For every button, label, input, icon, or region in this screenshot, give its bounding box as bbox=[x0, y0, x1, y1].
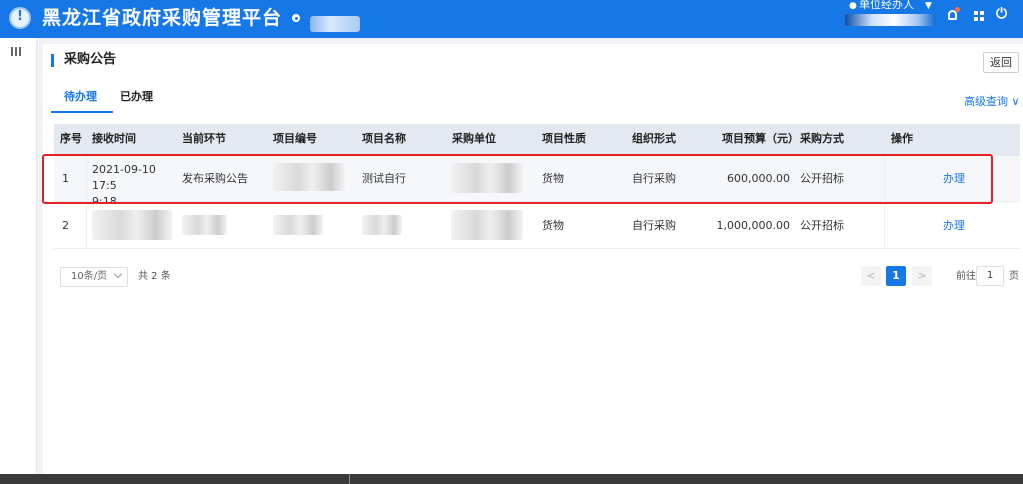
top-navigation-bar: 黑龙江省政府采购管理平台 ● 单位经办人 ▼ ⏻ bbox=[0, 0, 1023, 38]
row-nature: 货物 bbox=[542, 219, 564, 232]
grid-icon[interactable] bbox=[974, 11, 984, 21]
column-header-index: 序号 bbox=[60, 132, 82, 145]
menu-toggle-icon[interactable] bbox=[11, 47, 21, 56]
location-text-blurred[interactable] bbox=[310, 16, 360, 32]
column-header-stage: 当前环节 bbox=[182, 132, 226, 145]
title-accent-bar bbox=[51, 54, 54, 67]
row-org-form: 自行采购 bbox=[632, 219, 676, 232]
row-project-name-blurred bbox=[362, 215, 402, 235]
chevron-down-icon bbox=[113, 269, 123, 279]
user-role-label[interactable]: 单位经办人 bbox=[859, 0, 914, 11]
user-caret-icon[interactable]: ▼ bbox=[925, 1, 932, 11]
column-header-method: 采购方式 bbox=[800, 132, 844, 145]
taskbar-strip bbox=[0, 474, 1023, 484]
app-title: 黑龙江省政府采购管理平台 bbox=[42, 7, 283, 29]
row-budget: 1,000,000.00 bbox=[716, 219, 790, 232]
row-stage-blurred bbox=[182, 215, 227, 235]
tab-pending[interactable]: 待办理 bbox=[64, 90, 97, 104]
row-method: 公开招标 bbox=[800, 219, 844, 232]
table-header: 序号 接收时间 当前环节 项目编号 项目名称 采购单位 项目性质 组织形式 项目… bbox=[54, 124, 1020, 156]
user-icon: ● bbox=[849, 1, 857, 11]
column-header-action: 操作 bbox=[891, 132, 913, 145]
page-size-select[interactable]: 10条/页 bbox=[60, 267, 128, 287]
row-purchaser-blurred bbox=[451, 210, 523, 240]
column-header-purchaser: 采购单位 bbox=[452, 132, 496, 145]
row-received-time-blurred bbox=[92, 210, 172, 240]
user-name-blurred bbox=[845, 14, 935, 26]
active-tab-indicator bbox=[51, 111, 113, 113]
taskbar-separator bbox=[349, 474, 350, 484]
column-header-org-form: 组织形式 bbox=[632, 132, 676, 145]
cell-divider bbox=[884, 203, 885, 249]
table-row[interactable]: 2 货物 自行采购 1,000,000.00 公开招标 办理 bbox=[54, 203, 1020, 249]
current-page-button[interactable]: 1 bbox=[886, 266, 906, 286]
page-size-value: 10条/页 bbox=[71, 271, 108, 282]
handle-link[interactable]: 办理 bbox=[943, 218, 965, 234]
main-panel: 采购公告 返回 待办理 已办理 高级查询 ∨ 序号 接收时间 当前环节 项目编号… bbox=[43, 44, 1023, 474]
sidebar bbox=[0, 38, 37, 474]
goto-unit-label: 页 bbox=[1009, 271, 1019, 282]
column-header-nature: 项目性质 bbox=[542, 132, 586, 145]
back-button[interactable]: 返回 bbox=[983, 52, 1019, 73]
shield-logo-icon bbox=[9, 7, 31, 29]
column-header-project-name: 项目名称 bbox=[362, 132, 406, 145]
column-header-received-time: 接收时间 bbox=[92, 132, 136, 145]
notification-dot bbox=[955, 7, 960, 12]
column-header-project-no: 项目编号 bbox=[273, 132, 317, 145]
goto-label: 前往 bbox=[956, 271, 976, 282]
tab-completed[interactable]: 已办理 bbox=[120, 90, 153, 104]
location-icon[interactable] bbox=[292, 14, 300, 22]
power-icon[interactable]: ⏻ bbox=[996, 7, 1008, 21]
total-count: 共 2 条 bbox=[138, 271, 171, 282]
prev-page-button[interactable]: < bbox=[861, 266, 881, 286]
next-page-button[interactable]: > bbox=[912, 266, 932, 286]
goto-page-input[interactable]: 1 bbox=[976, 266, 1004, 286]
column-header-budget: 项目预算（元） bbox=[722, 132, 799, 145]
cell-divider bbox=[86, 203, 87, 249]
page-title: 采购公告 bbox=[64, 52, 117, 67]
row-highlight-box bbox=[42, 154, 993, 204]
advanced-search-link[interactable]: 高级查询 ∨ bbox=[964, 96, 1020, 108]
row-index: 2 bbox=[62, 219, 69, 232]
row-project-no-blurred bbox=[273, 215, 323, 235]
